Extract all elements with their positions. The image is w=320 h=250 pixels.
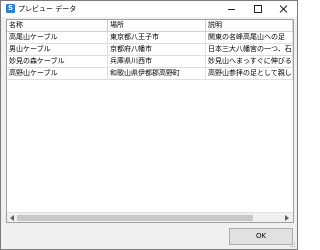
- scroll-left-icon[interactable]: [10, 215, 14, 221]
- data-grid[interactable]: 名称 場所 説明 高尾山ケーブル 東京都八王子市 関東の名峰高尾山への足 男山ケ…: [6, 19, 294, 223]
- table-row[interactable]: 高野山ケーブル 和歌山県伊都郡高野町 高野山参拝の足として親しまれて: [7, 68, 293, 80]
- table-row[interactable]: 男山ケーブル 京都府八幡市 日本三大八幡宮の一つ、石清水: [7, 44, 293, 56]
- minimize-icon[interactable]: [219, 1, 245, 17]
- table-cell[interactable]: 和歌山県伊都郡高野町: [108, 68, 206, 79]
- preview-dialog: S プレビュー データ 名称 場所 説明 高尾山ケーブル 東京都八王子市 関東の…: [0, 0, 298, 250]
- table-cell[interactable]: 妙見山へまっすぐに伸びる軌道の: [206, 56, 293, 67]
- table-cell[interactable]: 妙見の森ケーブル: [7, 56, 108, 67]
- table-cell[interactable]: 兵庫県川西市: [108, 56, 206, 67]
- resize-grip-icon[interactable]: [290, 242, 296, 248]
- table-cell[interactable]: 高尾山ケーブル: [7, 32, 108, 43]
- table-cell[interactable]: 京都府八幡市: [108, 44, 206, 55]
- table-cell[interactable]: 高野山ケーブル: [7, 68, 108, 79]
- close-icon[interactable]: [271, 1, 297, 17]
- header-row: 名称 場所 説明: [7, 20, 293, 32]
- title-bar: S プレビュー データ: [1, 1, 297, 17]
- table-cell[interactable]: 日本三大八幡宮の一つ、石清水: [206, 44, 293, 55]
- table-cell[interactable]: 東京都八王子市: [108, 32, 206, 43]
- table-cell[interactable]: 関東の名峰高尾山への足: [206, 32, 293, 43]
- column-header-name[interactable]: 名称: [7, 20, 108, 31]
- table-row[interactable]: 妙見の森ケーブル 兵庫県川西市 妙見山へまっすぐに伸びる軌道の: [7, 56, 293, 68]
- table-cell[interactable]: 男山ケーブル: [7, 44, 108, 55]
- table-cell[interactable]: 高野山参拝の足として親しまれて: [206, 68, 293, 79]
- scrollbar-thumb[interactable]: [17, 215, 253, 221]
- table-row[interactable]: 高尾山ケーブル 東京都八王子市 関東の名峰高尾山への足: [7, 32, 293, 44]
- column-header-description[interactable]: 説明: [206, 20, 293, 31]
- window-title: プレビュー データ: [18, 5, 77, 13]
- scroll-right-icon[interactable]: [285, 215, 289, 221]
- app-icon: S: [6, 4, 15, 13]
- horizontal-scrollbar[interactable]: [7, 212, 293, 222]
- maximize-icon[interactable]: [245, 1, 271, 17]
- ok-button[interactable]: OK: [229, 228, 293, 245]
- column-header-location[interactable]: 場所: [108, 20, 206, 31]
